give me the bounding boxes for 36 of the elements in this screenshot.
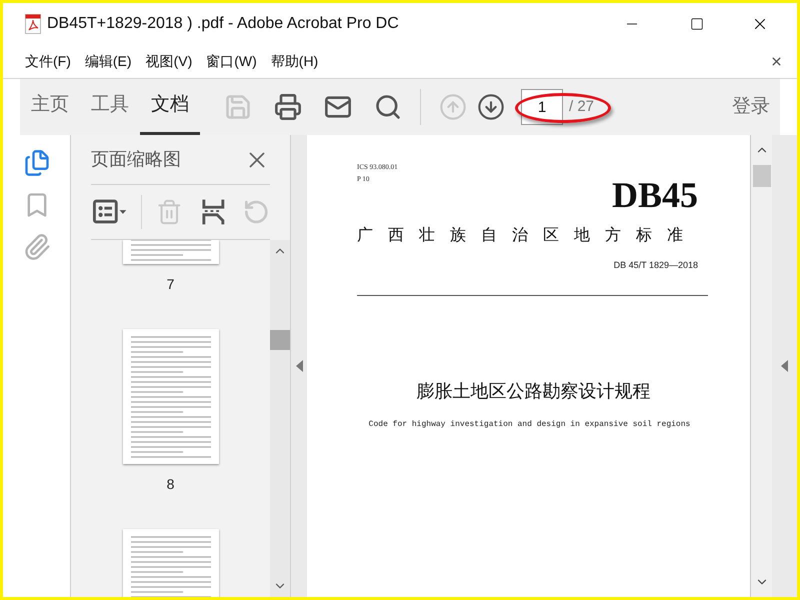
page-thumbnail[interactable] [122, 240, 218, 264]
search-icon[interactable] [374, 93, 402, 121]
nav-tab[interactable]: 工具 [80, 79, 140, 135]
menu-item[interactable]: 文件(F) [25, 51, 71, 72]
page-count: / 27 [569, 96, 594, 117]
english-title: Code for highway investigation and design in expansive soil regions [368, 418, 690, 430]
page-thumbnail[interactable] [122, 529, 218, 597]
page-label: 7 [166, 275, 174, 294]
panel-title: 页面缩略图 [91, 148, 181, 171]
print-icon[interactable] [274, 93, 302, 121]
nav-tab[interactable]: 主页 [20, 79, 80, 135]
scrollbar[interactable] [270, 240, 290, 597]
scrollbar-thumb[interactable] [753, 165, 771, 187]
pdf-file-icon [25, 14, 41, 34]
collapse-arrow-icon[interactable] [296, 360, 302, 372]
menu-item[interactable]: 编辑(E) [84, 51, 132, 72]
extract-icon[interactable] [200, 197, 226, 227]
document-title: 膨胀土地区公路勘察设计规程 [416, 380, 650, 404]
window-title: DB45T+1829-2018 ) .pdf - Adobe Acrobat Pro DC [47, 14, 399, 34]
page-label: 8 [166, 475, 174, 494]
pages-icon[interactable] [22, 149, 50, 177]
standard-code: DB45 [612, 177, 698, 213]
menu-item[interactable]: 帮助(H) [270, 51, 318, 72]
maximize-icon[interactable] [690, 17, 704, 31]
issuer-heading: 广西壮族自治区地方标准 [357, 224, 699, 246]
menu-item[interactable]: 视图(V) [146, 51, 192, 72]
expand-arrow-icon[interactable] [781, 360, 788, 372]
options-icon[interactable] [93, 199, 128, 225]
paperclip-icon[interactable] [22, 233, 50, 261]
scrollbar-thumb[interactable] [270, 330, 290, 350]
page-thumbnail[interactable] [122, 329, 218, 464]
scrollbar[interactable] [750, 135, 772, 597]
menu-item[interactable]: 窗口(W) [206, 51, 257, 72]
standard-number: DB 45/T 1829—2018 [614, 259, 698, 272]
sign-in-link[interactable]: 登录 [732, 92, 770, 122]
close-icon[interactable] [770, 55, 783, 68]
